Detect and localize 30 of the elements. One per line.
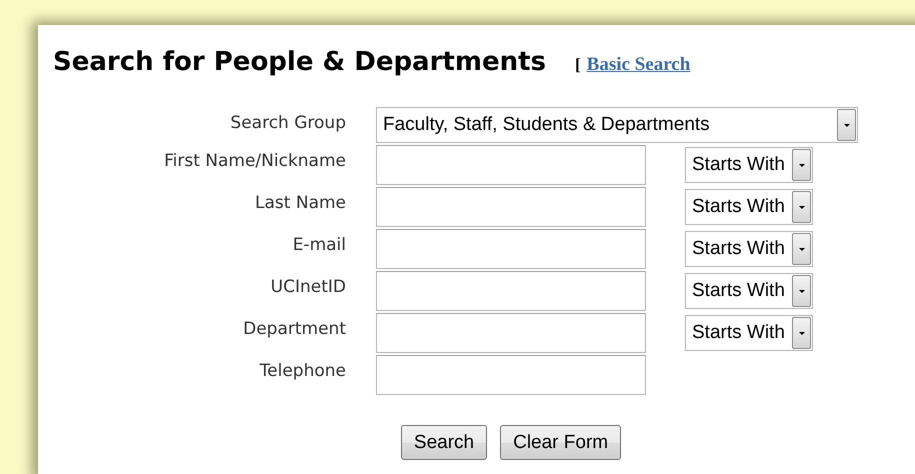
page-title: Search for People & Departments	[53, 46, 546, 78]
input-field[interactable]	[376, 187, 646, 227]
field-label: Department	[242, 318, 346, 341]
dropdown[interactable]: Starts With	[685, 315, 813, 351]
caret-icon	[798, 162, 806, 168]
search-button[interactable]: Search	[400, 425, 488, 460]
input-field[interactable]	[376, 271, 646, 311]
field-label: Telephone	[258, 360, 346, 383]
input-field[interactable]	[376, 145, 646, 185]
field-label: Last Name	[254, 192, 346, 215]
field-label: First Name/Nickname	[163, 150, 346, 173]
field-label: Search Group	[229, 112, 346, 135]
bracket: [	[575, 55, 581, 75]
caret-icon	[798, 246, 806, 252]
caret-icon	[842, 122, 850, 128]
caret-icon	[798, 204, 806, 210]
dropdown[interactable]: Faculty, Staff, Students & Departments	[376, 107, 858, 143]
caret-icon	[798, 288, 806, 294]
input-field[interactable]	[376, 313, 646, 353]
caret-icon	[798, 330, 806, 336]
dropdown[interactable]: Starts With	[685, 273, 813, 309]
input-field[interactable]	[376, 355, 646, 395]
clear-form-button[interactable]: Clear Form	[500, 425, 622, 460]
dropdown[interactable]: Starts With	[685, 189, 813, 225]
field-label: UCInetID	[270, 276, 346, 299]
input-field[interactable]	[376, 229, 646, 269]
dropdown[interactable]: Starts With	[685, 231, 813, 267]
basic-search-link[interactable]: Basic Search	[586, 54, 690, 76]
dropdown[interactable]: Starts With	[685, 147, 813, 183]
field-label: E-mail	[292, 234, 346, 257]
